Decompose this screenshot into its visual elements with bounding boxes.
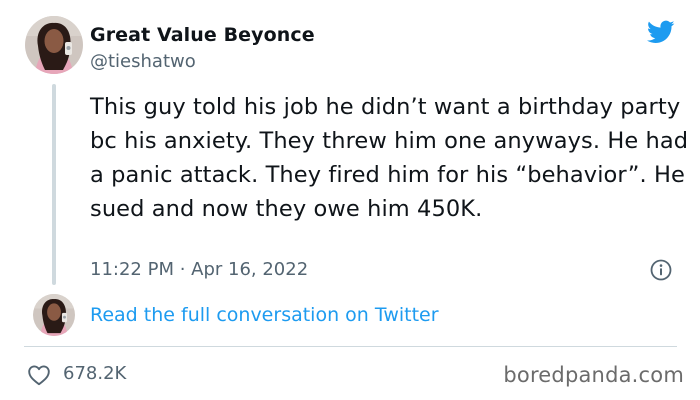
tweet-timestamp[interactable]: 11:22 PM · Apr 16, 2022 [90,259,308,280]
twitter-bird-icon[interactable] [645,18,677,46]
tweet-text: This guy told his job he didn’t want a b… [90,94,689,222]
divider [24,346,677,347]
thread-connector-line [52,84,56,285]
read-full-conversation-link[interactable]: Read the full conversation on Twitter [90,304,439,326]
display-name[interactable]: Great Value Beyonce [90,24,315,46]
info-icon[interactable] [650,259,672,281]
reply-avatar[interactable] [33,294,75,336]
user-handle[interactable]: @tieshatwo [90,51,196,72]
avatar[interactable] [25,16,83,74]
heart-icon[interactable] [27,364,51,386]
like-count: 678.2K [63,363,127,384]
watermark: boredpanda.com [503,363,684,387]
